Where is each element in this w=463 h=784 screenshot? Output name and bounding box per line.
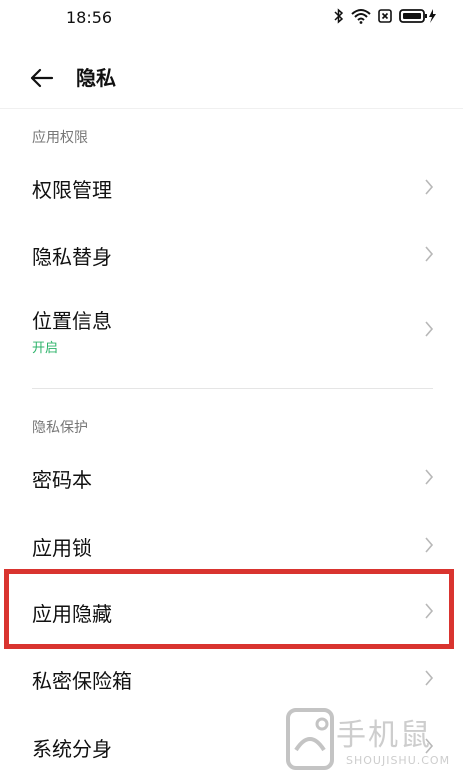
list-item-permission-management[interactable]: 权限管理 bbox=[0, 156, 463, 218]
list-item-label: 权限管理 bbox=[32, 178, 112, 202]
status-time: 18:56 bbox=[66, 8, 113, 27]
list-item-system-clone[interactable]: 系统分身 bbox=[0, 714, 463, 776]
chevron-right-icon bbox=[425, 537, 434, 553]
list-item-label: 隐私替身 bbox=[32, 245, 112, 269]
list-item-label: 位置信息 bbox=[32, 309, 112, 333]
back-button[interactable] bbox=[28, 64, 56, 92]
bluetooth-icon bbox=[334, 8, 344, 24]
list-item-label: 应用锁 bbox=[32, 536, 92, 560]
list-item-privacy-substitute[interactable]: 隐私替身 bbox=[0, 222, 463, 284]
chevron-right-icon bbox=[425, 603, 434, 619]
top-app-bar: 隐私 bbox=[0, 52, 463, 104]
list-item-label: 系统分身 bbox=[32, 737, 112, 761]
section-header-app-permissions: 应用权限 bbox=[32, 130, 88, 146]
chevron-right-icon bbox=[425, 469, 434, 485]
list-item-app-hide[interactable]: 应用隐藏 bbox=[0, 578, 463, 642]
header-divider bbox=[0, 108, 463, 109]
chevron-right-icon bbox=[425, 670, 434, 686]
status-icons bbox=[334, 8, 437, 24]
no-sim-icon bbox=[378, 9, 392, 23]
list-item-password-book[interactable]: 密码本 bbox=[0, 446, 463, 508]
section-divider bbox=[32, 388, 433, 389]
list-item-private-safe[interactable]: 私密保险箱 bbox=[0, 648, 463, 710]
list-item-location[interactable]: 位置信息 开启 bbox=[0, 290, 463, 370]
list-item-app-lock[interactable]: 应用锁 bbox=[0, 512, 463, 574]
page-title: 隐私 bbox=[76, 66, 116, 90]
location-status: 开启 bbox=[32, 341, 59, 356]
wifi-icon bbox=[351, 9, 371, 24]
section-header-privacy-protection: 隐私保护 bbox=[32, 420, 88, 436]
chevron-right-icon bbox=[425, 738, 434, 754]
chevron-right-icon bbox=[425, 246, 434, 262]
chevron-right-icon bbox=[425, 179, 434, 195]
status-bar: 18:56 bbox=[0, 0, 463, 36]
list-item-label: 私密保险箱 bbox=[32, 669, 132, 693]
battery-charging-icon bbox=[399, 9, 436, 23]
chevron-right-icon bbox=[425, 321, 434, 337]
list-item-label: 密码本 bbox=[32, 468, 92, 492]
list-item-label: 应用隐藏 bbox=[32, 602, 112, 626]
back-arrow-icon bbox=[30, 68, 54, 88]
